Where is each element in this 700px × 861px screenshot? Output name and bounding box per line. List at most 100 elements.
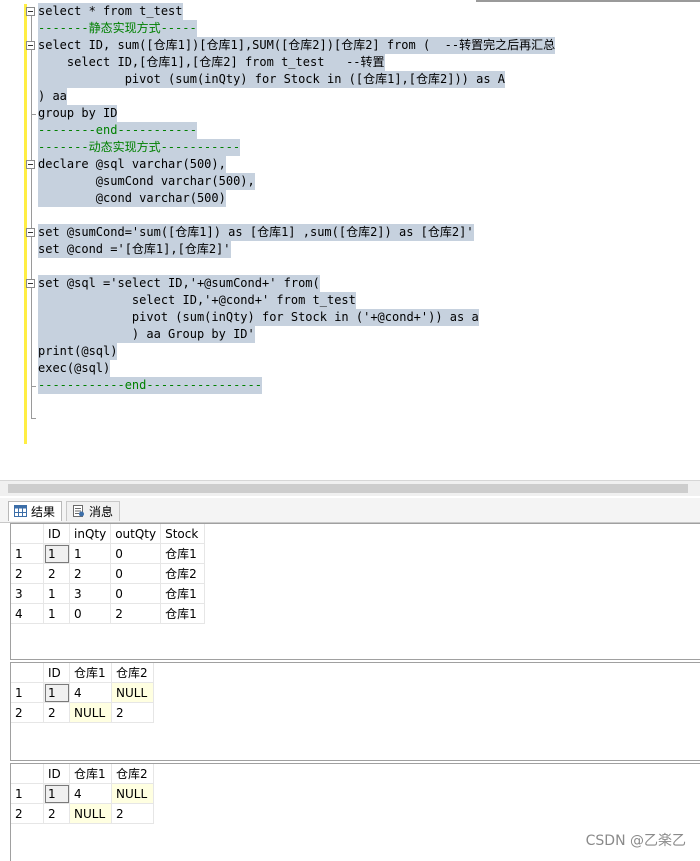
- code-line[interactable]: --------end-----------: [38, 122, 197, 139]
- column-header[interactable]: 仓库1: [69, 764, 112, 784]
- code-line[interactable]: pivot (sum(inQty) for Stock in ('+@cond+…: [38, 309, 479, 326]
- code-line[interactable]: @cond varchar(500): [38, 190, 226, 207]
- code-line[interactable]: select * from t_test: [38, 3, 183, 20]
- code-line[interactable]: -------动态实现方式-----------: [38, 139, 241, 156]
- table-cell[interactable]: 0: [110, 563, 162, 584]
- table-cell[interactable]: 1: [43, 682, 70, 703]
- table-cell[interactable]: 仓库1: [160, 583, 206, 604]
- table-cell[interactable]: 4: [69, 682, 112, 703]
- table-cell[interactable]: 0: [110, 543, 162, 564]
- table-row[interactable]: 1 1 4 NULL: [11, 682, 154, 703]
- table-cell[interactable]: 2: [110, 603, 162, 624]
- collapse-icon[interactable]: [26, 279, 35, 288]
- code-line[interactable]: declare @sql varchar(500),: [38, 156, 226, 173]
- table-cell[interactable]: 2: [43, 563, 70, 584]
- code-line[interactable]: select ID, sum([仓库1])[仓库1],SUM([仓库2])[仓库…: [38, 37, 556, 54]
- table-cell[interactable]: 1: [43, 783, 70, 804]
- code-line[interactable]: group by ID: [38, 105, 118, 122]
- result-grid-1[interactable]: ID inQty outQty Stock 1 1 1 0 仓库1 2 2 2 0 仓库2 3 1 3 0 仓库1 4…: [10, 523, 700, 660]
- table-cell[interactable]: 3: [69, 583, 112, 604]
- column-header[interactable]: inQty: [69, 524, 112, 544]
- code-line[interactable]: -------静态实现方式-----: [38, 20, 197, 37]
- editor-horizontal-scrollbar[interactable]: [0, 480, 700, 496]
- table-cell[interactable]: 2: [43, 803, 70, 824]
- change-margin: [24, 4, 27, 444]
- result-table[interactable]: ID 仓库1 仓库2 1 1 4 NULL 2 2 NULL 2: [11, 764, 154, 824]
- table-row[interactable]: 2 2 NULL 2: [11, 803, 154, 824]
- result-table[interactable]: ID 仓库1 仓库2 1 1 4 NULL 2 2 NULL 2: [11, 663, 154, 723]
- table-cell[interactable]: 仓库2: [160, 563, 206, 584]
- column-header[interactable]: ID: [43, 764, 70, 784]
- row-number[interactable]: 1: [11, 543, 44, 564]
- collapse-icon[interactable]: [26, 160, 35, 169]
- column-header[interactable]: 仓库1: [69, 663, 112, 683]
- table-cell[interactable]: 1: [43, 543, 70, 564]
- header-row: ID 仓库1 仓库2: [11, 663, 154, 683]
- grid-icon: [14, 505, 27, 517]
- code-line[interactable]: @sumCond varchar(500),: [38, 173, 255, 190]
- code-line[interactable]: ------------end----------------: [38, 377, 262, 394]
- collapse-icon[interactable]: [26, 7, 35, 16]
- column-header[interactable]: 仓库2: [111, 764, 154, 784]
- sql-editor[interactable]: select * from t_test -------静态实现方式----- se…: [0, 0, 700, 480]
- code-line[interactable]: pivot (sum(inQty) for Stock in ([仓库1],[仓…: [38, 71, 506, 88]
- table-cell[interactable]: NULL: [111, 783, 154, 804]
- column-header[interactable]: ID: [43, 524, 70, 544]
- code-line[interactable]: set @sumCond='sum([仓库1]) as [仓库1] ,sum([…: [38, 224, 474, 241]
- code-line[interactable]: select ID,[仓库1],[仓库2] from t_test --转置: [38, 54, 385, 71]
- row-number[interactable]: 2: [11, 803, 44, 824]
- table-cell[interactable]: 2: [69, 563, 112, 584]
- table-cell[interactable]: 1: [43, 583, 70, 604]
- collapse-icon[interactable]: [26, 41, 35, 50]
- row-number[interactable]: 1: [11, 783, 44, 804]
- table-cell[interactable]: 1: [69, 543, 112, 564]
- row-number[interactable]: 3: [11, 583, 44, 604]
- row-number[interactable]: 1: [11, 682, 44, 703]
- table-cell[interactable]: NULL: [111, 682, 154, 703]
- row-number[interactable]: 2: [11, 563, 44, 584]
- collapse-icon[interactable]: [26, 228, 35, 237]
- row-number[interactable]: 4: [11, 603, 44, 624]
- table-cell[interactable]: 1: [43, 603, 70, 624]
- table-cell[interactable]: 仓库1: [160, 543, 206, 564]
- table-row[interactable]: 2 2 2 0 仓库2: [11, 563, 206, 584]
- table-cell[interactable]: NULL: [69, 702, 112, 723]
- column-header[interactable]: [11, 764, 44, 784]
- column-header[interactable]: ID: [43, 663, 70, 683]
- tab-results[interactable]: 结果: [8, 501, 63, 521]
- table-row[interactable]: 4 1 0 2 仓库1: [11, 603, 206, 624]
- code-line[interactable]: select ID,'+@cond+' from t_test: [38, 292, 356, 309]
- table-row[interactable]: 3 1 3 0 仓库1: [11, 583, 206, 604]
- code-line[interactable]: exec(@sql): [38, 360, 111, 377]
- table-row[interactable]: 1 1 4 NULL: [11, 783, 154, 804]
- table-cell[interactable]: 仓库1: [160, 603, 206, 624]
- table-row[interactable]: 1 1 1 0 仓库1: [11, 543, 206, 564]
- table-row[interactable]: 2 2 NULL 2: [11, 702, 154, 723]
- code-text: select * from t_test: [38, 4, 183, 18]
- column-header[interactable]: [11, 524, 44, 544]
- code-text: pivot (sum(inQty) for Stock in ([仓库1],[仓…: [38, 72, 506, 86]
- column-header[interactable]: Stock: [160, 524, 206, 544]
- column-header[interactable]: 仓库2: [111, 663, 154, 683]
- column-header[interactable]: outQty: [110, 524, 162, 544]
- column-header[interactable]: [11, 663, 44, 683]
- table-cell[interactable]: 2: [111, 702, 154, 723]
- result-grid-2[interactable]: ID 仓库1 仓库2 1 1 4 NULL 2 2 NULL 2: [10, 662, 700, 761]
- table-cell[interactable]: 0: [110, 583, 162, 604]
- tab-results-label: 结果: [31, 505, 56, 519]
- table-cell[interactable]: 2: [43, 702, 70, 723]
- result-table[interactable]: ID inQty outQty Stock 1 1 1 0 仓库1 2 2 2 0 仓库2 3 1 3 0 仓库1 4…: [11, 524, 206, 624]
- code-line[interactable]: ) aa: [38, 88, 67, 105]
- scrollbar-thumb[interactable]: [8, 484, 688, 493]
- pane-separator: [10, 760, 700, 761]
- table-cell[interactable]: NULL: [69, 803, 112, 824]
- code-line[interactable]: set @sql ='select ID,'+@sumCond+' from(: [38, 275, 320, 292]
- row-number[interactable]: 2: [11, 702, 44, 723]
- tab-messages[interactable]: 消息: [66, 501, 121, 521]
- table-cell[interactable]: 4: [69, 783, 112, 804]
- code-line[interactable]: ) aa Group by ID': [38, 326, 255, 343]
- table-cell[interactable]: 2: [111, 803, 154, 824]
- code-line[interactable]: set @cond ='[仓库1],[仓库2]': [38, 241, 231, 258]
- code-line[interactable]: print(@sql): [38, 343, 118, 360]
- table-cell[interactable]: 0: [69, 603, 112, 624]
